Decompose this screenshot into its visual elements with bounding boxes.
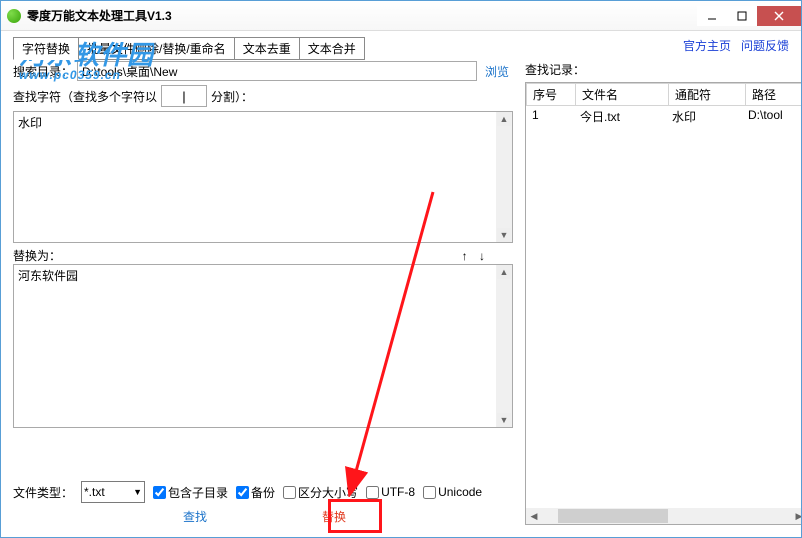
scroll-thumb[interactable] [558, 509, 668, 523]
tab-dedup[interactable]: 文本去重 [234, 37, 300, 60]
table-header: 序号 文件名 通配符 路径 [526, 83, 802, 107]
label-file-type: 文件类型： [13, 484, 73, 501]
right-pane: 查找记录： 序号 文件名 通配符 路径 1 今日.txt 水印 D:\tool [525, 61, 802, 525]
label-replace: 替换为： [13, 247, 61, 264]
header-sn[interactable]: 序号 [526, 83, 576, 106]
header-path[interactable]: 路径 [746, 83, 802, 106]
checkbox-case[interactable]: 区分大小写 [283, 484, 358, 501]
window-title: 零度万能文本处理工具V1.3 [27, 7, 172, 24]
app-window: 零度万能文本处理工具V1.3 河东软件园 www.pc0359.cn 字符替换 … [0, 0, 802, 538]
tab-char-replace[interactable]: 字符替换 [13, 37, 79, 60]
file-type-value: *.txt [84, 485, 105, 499]
header-wildcard[interactable]: 通配符 [669, 83, 746, 106]
cell-file: 今日.txt [574, 107, 666, 126]
checkbox-utf8[interactable]: UTF-8 [366, 485, 415, 499]
scroll-left-icon[interactable]: ◀ [526, 508, 542, 524]
cell-path: D:\tool [742, 107, 802, 126]
scroll-down-icon[interactable]: ▼ [497, 413, 511, 427]
scrollbar-replace[interactable]: ▲ ▼ [496, 265, 512, 427]
records-table: 序号 文件名 通配符 路径 1 今日.txt 水印 D:\tool ◀ [525, 82, 802, 525]
checkbox-unicode[interactable]: Unicode [423, 485, 482, 499]
header-file[interactable]: 文件名 [576, 83, 669, 106]
scroll-up-icon[interactable]: ▲ [497, 265, 511, 279]
scroll-down-icon[interactable]: ▼ [497, 228, 511, 242]
scroll-right-icon[interactable]: ▶ [791, 508, 802, 524]
scrollbar-horizontal[interactable]: ◀ ▶ [526, 508, 802, 524]
find-textarea[interactable] [13, 111, 513, 243]
replace-textarea[interactable] [13, 264, 513, 428]
chevron-down-icon: ▼ [133, 487, 142, 497]
tab-batch-file[interactable]: 批量文件删除/替换/重命名 [78, 37, 235, 60]
link-feedback[interactable]: 问题反馈 [741, 37, 789, 54]
table-row[interactable]: 1 今日.txt 水印 D:\tool [526, 107, 802, 126]
label-search-dir: 搜索目录： [13, 63, 73, 80]
label-find-chars-pre: 查找字符（查找多个字符以 [13, 88, 157, 105]
separator-input[interactable] [161, 85, 207, 107]
top-links: 官方主页 问题反馈 [683, 37, 789, 54]
tab-merge[interactable]: 文本合并 [299, 37, 365, 60]
file-type-select[interactable]: *.txt ▼ [81, 481, 145, 503]
cell-sn: 1 [526, 107, 574, 126]
label-records: 查找记录： [525, 61, 802, 78]
titlebar: 零度万能文本处理工具V1.3 [1, 1, 801, 31]
browse-button[interactable]: 浏览 [481, 63, 513, 80]
cell-wildcard: 水印 [666, 107, 742, 126]
close-button[interactable] [757, 6, 801, 26]
minimize-button[interactable] [697, 6, 727, 26]
link-official-home[interactable]: 官方主页 [683, 37, 731, 54]
replace-button[interactable]: 替换 [322, 508, 346, 525]
label-find-chars-post: 分割）： [211, 88, 253, 105]
search-dir-input[interactable] [77, 61, 477, 81]
find-button[interactable]: 查找 [183, 508, 207, 525]
app-icon [7, 9, 21, 23]
checkbox-subdir[interactable]: 包含子目录 [153, 484, 228, 501]
scrollbar-find[interactable]: ▲ ▼ [496, 112, 512, 242]
left-pane: 搜索目录： 浏览 查找字符（查找多个字符以 分割）： ▲ ▼ [13, 61, 513, 525]
maximize-button[interactable] [727, 6, 757, 26]
checkbox-backup[interactable]: 备份 [236, 484, 275, 501]
tab-strip: 字符替换 批量文件删除/替换/重命名 文本去重 文本合并 [13, 37, 789, 60]
scroll-up-icon[interactable]: ▲ [497, 112, 511, 126]
swap-arrows[interactable]: ↑ ↓ [462, 249, 489, 263]
